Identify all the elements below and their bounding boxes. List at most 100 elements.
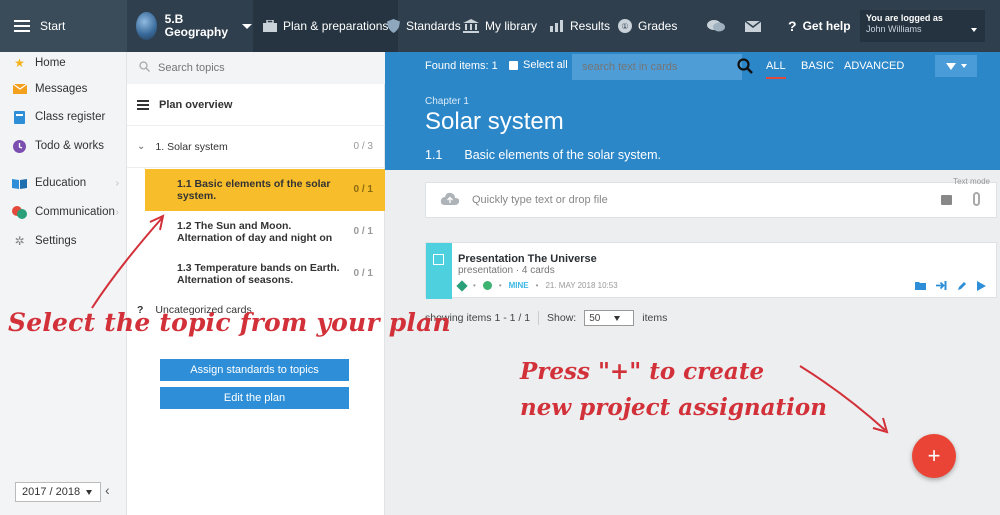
play-icon[interactable] <box>977 281 986 294</box>
text-mode-toggle[interactable]: Text mode <box>953 177 990 186</box>
dot-separator: • <box>473 281 476 290</box>
nav-library-label: My library <box>485 19 538 33</box>
checkbox-icon <box>509 60 518 70</box>
annotation-select-topic: Select the topic from your plan <box>8 308 451 337</box>
image-icon[interactable] <box>941 195 952 205</box>
quick-input-box[interactable]: Text mode Quickly type text or drop file <box>425 177 997 218</box>
nav-item-class-register[interactable]: Class register <box>0 106 127 128</box>
mail-button[interactable] <box>745 0 761 52</box>
chevron-down-icon: ⌄ <box>137 141 146 152</box>
nav-grades-label: Grades <box>638 19 678 33</box>
chevron-right-icon: › <box>115 206 119 218</box>
briefcase-icon <box>263 20 277 32</box>
section-heading: 1.1 Basic elements of the solar system. <box>425 148 661 162</box>
assign-standards-button[interactable]: Assign standards to topics <box>160 359 349 381</box>
level-filter-basic[interactable]: BASIC <box>801 60 834 72</box>
nav-my-library[interactable]: My library <box>463 0 537 52</box>
bar-chart-icon <box>550 20 564 32</box>
topic-row-1-1[interactable]: 1.1 Basic elements of the solar system. … <box>145 169 385 211</box>
nav-plan-label: Plan & preparations <box>283 19 389 33</box>
grades-icon: ① <box>618 19 632 33</box>
search-topics-bar <box>127 52 385 84</box>
nav-item-label: Class register <box>35 111 106 123</box>
topic-label: 1.2 The Sun and Moon. Alternation of day… <box>177 220 333 244</box>
card-color-strip <box>426 243 452 299</box>
nav-item-settings[interactable]: ✲ Settings <box>0 230 127 252</box>
dot-separator: • <box>535 281 539 290</box>
search-cards-input[interactable] <box>582 61 722 73</box>
topic-row-1-3[interactable]: 1.3 Temperature bands on Earth. Alternat… <box>127 253 385 295</box>
nav-item-communication[interactable]: Communication › <box>0 201 127 223</box>
annotation-new-assignment: new project assignation <box>520 394 827 421</box>
nav-results[interactable]: Results <box>550 0 610 52</box>
card-owner: MINE <box>508 281 529 290</box>
star-icon: ★ <box>14 56 25 70</box>
nav-item-messages[interactable]: Messages <box>0 78 127 100</box>
clock-icon <box>12 139 27 154</box>
nav-item-label: Settings <box>35 235 77 247</box>
page-size-value: 50 <box>589 312 601 324</box>
library-icon <box>463 19 479 33</box>
topic-label: 1.3 Temperature bands on Earth. Alternat… <box>177 262 340 286</box>
class-avatar <box>136 12 157 40</box>
topic-row-1-2[interactable]: 1.2 The Sun and Moon. Alternation of day… <box>127 211 385 253</box>
tag-icon <box>456 279 468 292</box>
chapter-count: 0 / 3 <box>353 141 373 152</box>
nav-item-education[interactable]: Education › <box>0 172 127 194</box>
topic-count: 0 / 1 <box>353 226 373 237</box>
start-label: Start <box>40 19 66 33</box>
card-checkbox[interactable] <box>433 254 444 265</box>
nav-item-label: Todo & works <box>35 140 105 152</box>
divider <box>538 311 540 325</box>
nav-item-todo-works[interactable]: Todo & works <box>0 135 127 157</box>
class-selector[interactable]: 5.B Geography <box>136 0 252 52</box>
collapse-sidebar-button[interactable]: ‹ <box>105 482 110 498</box>
svg-text:①: ① <box>621 22 628 31</box>
chapter-title: Solar system <box>425 108 564 135</box>
topic-count: 0 / 1 <box>353 184 373 195</box>
nav-grades[interactable]: ① Grades <box>618 0 677 52</box>
nav-plan-preparations[interactable]: Plan & preparations <box>253 0 399 52</box>
search-topics-input[interactable] <box>158 62 358 74</box>
chevron-right-icon: › <box>115 177 119 189</box>
card-subtitle: presentation · 4 cards <box>458 265 555 276</box>
paperclip-icon[interactable] <box>973 192 980 206</box>
share-icon[interactable] <box>936 281 947 294</box>
chat-button[interactable] <box>707 0 725 52</box>
chat-bubbles-icon <box>707 19 725 33</box>
edit-plan-button[interactable]: Edit the plan <box>160 387 349 409</box>
nav-item-home[interactable]: ★ Home <box>0 52 127 74</box>
level-filter-all[interactable]: ALL <box>766 60 786 79</box>
nav-standards[interactable]: Standards <box>387 0 461 52</box>
search-icon <box>139 61 150 75</box>
get-help-button[interactable]: ? Get help <box>788 0 851 52</box>
chapter-row-solar-system[interactable]: ⌄ 1. Solar system 0 / 3 <box>127 126 385 168</box>
user-menu[interactable]: You are logged as John Williams <box>860 10 985 42</box>
school-year-select[interactable]: 2017 / 2018 <box>15 482 101 502</box>
level-filter-advanced[interactable]: ADVANCED <box>844 60 904 72</box>
class-text: 5.B Geography <box>165 13 228 39</box>
envelope-icon <box>745 20 761 32</box>
folder-icon[interactable] <box>915 281 926 294</box>
pencil-icon[interactable] <box>957 281 967 294</box>
page-size-select[interactable]: 50 <box>584 310 635 326</box>
plan-overview-link[interactable]: Plan overview <box>127 84 385 126</box>
nav-item-label: Home <box>35 57 66 69</box>
get-help-label: Get help <box>802 19 851 33</box>
search-icon[interactable] <box>737 58 753 74</box>
section-number: 1.1 <box>425 148 443 162</box>
select-all-label: Select all <box>523 59 568 71</box>
logged-as-label: You are logged as <box>866 13 943 23</box>
card-title[interactable]: Presentation The Universe <box>458 253 597 265</box>
globe-icon <box>482 281 492 290</box>
select-all-checkbox[interactable]: Select all <box>509 59 568 71</box>
card-item[interactable]: Presentation The Universe presentation ·… <box>425 242 997 299</box>
filter-dropdown-button[interactable] <box>935 55 977 77</box>
main-content: Found items: 1 Select all ALL BASIC ADVA… <box>385 52 1000 515</box>
paging-bar: showing items 1 - 1 / 1 Show: 50 items <box>425 310 667 326</box>
list-icon <box>137 99 149 110</box>
section-title: Basic elements of the solar system. <box>464 148 661 162</box>
add-assignment-button[interactable]: + <box>912 434 956 478</box>
start-menu-button[interactable]: Start <box>0 0 127 52</box>
chapter-label: 1. Solar system <box>155 140 228 153</box>
